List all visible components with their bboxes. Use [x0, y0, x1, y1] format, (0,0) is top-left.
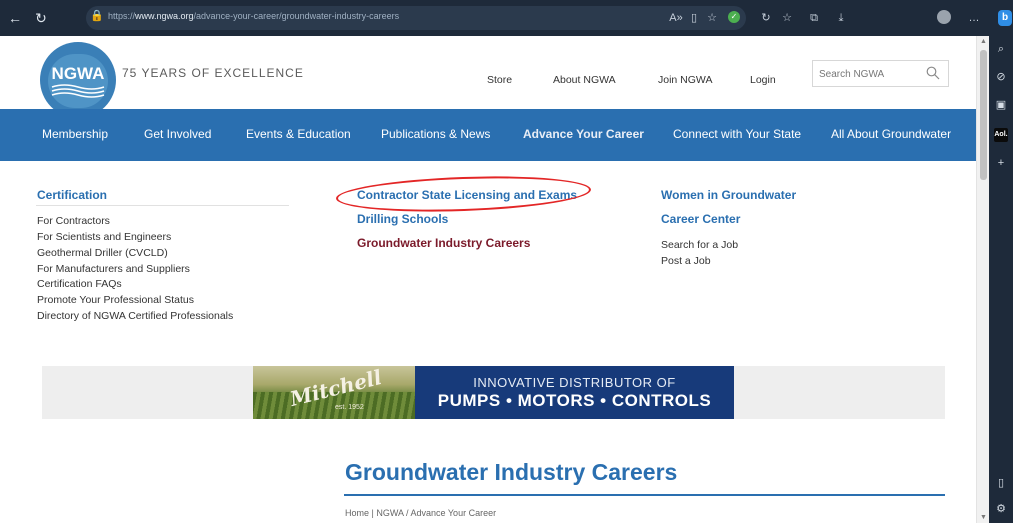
page-title: Groundwater Industry Careers	[345, 459, 678, 485]
menu-link-groundwater-careers[interactable]: Groundwater Industry Careers	[357, 236, 530, 250]
back-icon[interactable]: ←	[6, 9, 24, 27]
divider	[36, 205, 289, 206]
bing-icon[interactable]: b	[998, 10, 1012, 26]
aol-icon[interactable]: Aol.	[994, 128, 1008, 142]
search-box[interactable]	[812, 60, 949, 87]
refresh-icon[interactable]: ↻	[32, 9, 50, 27]
search-icon[interactable]: ⌕	[994, 42, 1008, 56]
downloads-icon[interactable]: ⤓	[833, 9, 849, 27]
url-text[interactable]: https://www.ngwa.org/advance-your-career…	[108, 11, 399, 21]
join-ngwa-link[interactable]: Join NGWA	[658, 74, 712, 86]
nav-connect-with-your-state[interactable]: Connect with Your State	[673, 127, 801, 141]
lock-icon[interactable]: 🔒	[90, 9, 104, 23]
ad-banner-image[interactable]: Mitchell est. 1952	[253, 366, 415, 419]
menu-link-career-center[interactable]: Career Center	[661, 212, 740, 226]
edge-sidebar: ⌕ ⊘ ▣ Aol. + ▯ ⚙	[989, 36, 1013, 523]
about-ngwa-link[interactable]: About NGWA	[553, 74, 616, 86]
menu-item-for-contractors[interactable]: For Contractors	[37, 214, 110, 230]
page-scrollbar[interactable]: ▲ ▼	[976, 36, 989, 523]
nav-advance-your-career[interactable]: Advance Your Career	[523, 127, 644, 141]
store-link[interactable]: Store	[487, 74, 512, 86]
add-icon[interactable]: +	[994, 156, 1008, 170]
shopping-icon[interactable]: ⊘	[994, 70, 1008, 84]
tools-icon[interactable]: ▣	[994, 98, 1008, 112]
logo-waves-icon	[51, 84, 105, 98]
extension-icon[interactable]: ↻	[758, 9, 774, 27]
immersive-reader-icon[interactable]: ▯	[686, 9, 702, 27]
nav-all-about-groundwater[interactable]: All About Groundwater	[831, 127, 951, 141]
ad-banner-text-panel[interactable]: INNOVATIVE DISTRIBUTOR OF PUMPS • MOTORS…	[415, 366, 734, 419]
ad-line-1: INNOVATIVE DISTRIBUTOR OF	[473, 375, 676, 390]
nav-publications-news[interactable]: Publications & News	[381, 127, 490, 141]
menu-item-for-scientists[interactable]: For Scientists and Engineers	[37, 230, 171, 246]
more-menu-icon[interactable]: …	[966, 9, 982, 27]
mitchell-est: est. 1952	[335, 404, 364, 411]
menu-item-post-job[interactable]: Post a Job	[661, 254, 711, 270]
breadcrumb[interactable]: Home | NGWA / Advance Your Career	[345, 508, 496, 518]
menu-item-search-job[interactable]: Search for a Job	[661, 238, 738, 254]
nav-events-education[interactable]: Events & Education	[246, 127, 351, 141]
split-screen-icon[interactable]: ▯	[994, 476, 1008, 490]
favorites-icon[interactable]: ☆	[779, 9, 795, 27]
menu-item-directory[interactable]: Directory of NGWA Certified Professional…	[37, 309, 233, 325]
settings-icon[interactable]: ⚙	[994, 502, 1008, 516]
login-link[interactable]: Login	[750, 74, 776, 86]
menu-link-women-in-groundwater[interactable]: Women in Groundwater	[661, 188, 796, 202]
ad-line-2: PUMPS • MOTORS • CONTROLS	[437, 391, 712, 410]
extension-check-icon[interactable]: ✓	[728, 11, 740, 23]
main-nav: Membership Get Involved Events & Educati…	[0, 109, 976, 161]
ngwa-logo[interactable]: NGWA	[40, 42, 116, 118]
tagline: 75 YEARS OF EXCELLENCE	[122, 66, 304, 80]
title-divider	[344, 494, 945, 496]
menu-item-promote-status[interactable]: Promote Your Professional Status	[37, 293, 194, 309]
nav-get-involved[interactable]: Get Involved	[144, 127, 211, 141]
menu-item-geothermal-driller[interactable]: Geothermal Driller (CVCLD)	[37, 246, 168, 262]
red-annotation-ellipse	[335, 172, 592, 216]
read-aloud-icon[interactable]: A»	[668, 9, 684, 27]
browser-toolbar: ← ↻ 🔒 https://www.ngwa.org/advance-your-…	[0, 0, 1013, 36]
favorite-star-icon[interactable]: ☆	[704, 9, 720, 27]
scroll-thumb[interactable]	[980, 50, 987, 180]
menu-item-certification-faqs[interactable]: Certification FAQs	[37, 277, 122, 293]
certification-heading[interactable]: Certification	[37, 188, 107, 202]
collections-icon[interactable]: ⧉	[806, 9, 822, 27]
search-icon[interactable]	[926, 66, 940, 80]
logo-text: NGWA	[51, 64, 105, 83]
nav-membership[interactable]: Membership	[42, 127, 108, 141]
menu-link-drilling-schools[interactable]: Drilling Schools	[357, 212, 448, 226]
menu-item-manufacturers[interactable]: For Manufacturers and Suppliers	[37, 262, 190, 278]
profile-avatar[interactable]	[937, 10, 951, 24]
web-page: NGWA 75 YEARS OF EXCELLENCE Store About …	[0, 36, 976, 523]
scroll-up-icon[interactable]: ▲	[979, 38, 988, 46]
search-input[interactable]	[819, 66, 919, 82]
scroll-down-icon[interactable]: ▼	[979, 514, 988, 522]
